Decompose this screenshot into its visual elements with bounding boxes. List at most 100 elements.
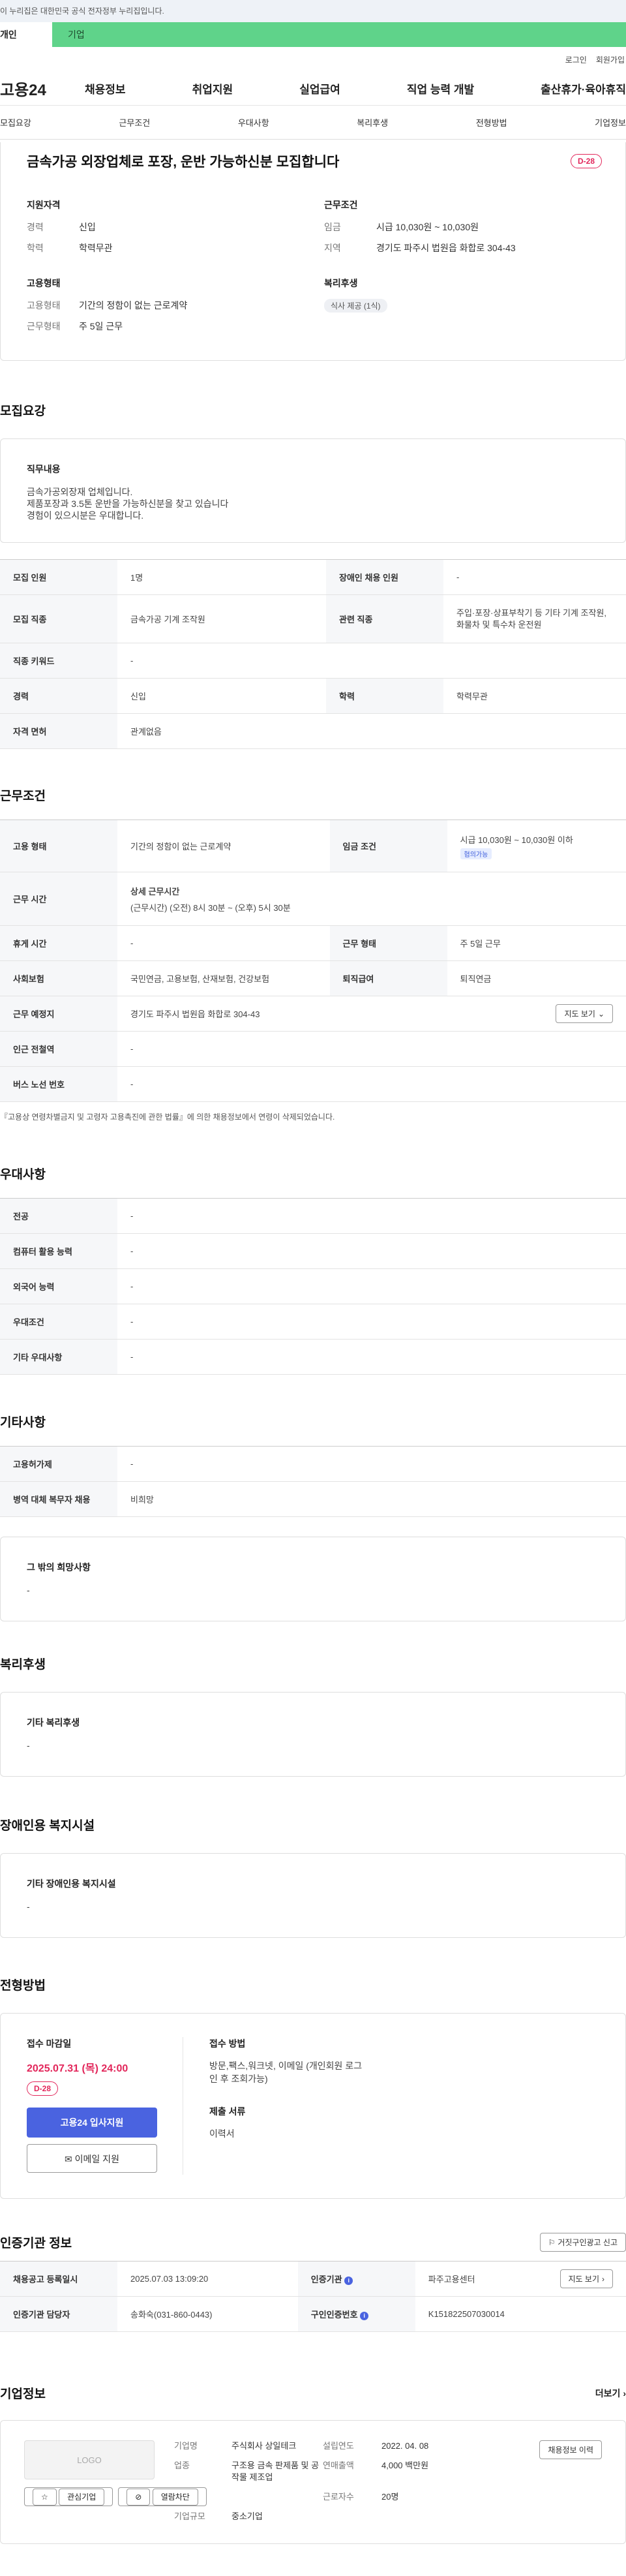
table-cell: 학력무관 bbox=[443, 678, 626, 714]
table-cell: - bbox=[117, 1304, 626, 1340]
deadline-value: 2025.07.31 (목) 24:00 bbox=[27, 2063, 128, 2074]
cert-number-label: 구인인증번호 bbox=[310, 2310, 358, 2320]
join-link[interactable]: 회원가입 bbox=[596, 54, 625, 65]
gnb-item-jobs[interactable]: 채용정보 bbox=[85, 80, 126, 97]
kv-key: 임금 bbox=[324, 222, 341, 232]
gnb-item-job-training[interactable]: 직업 능력 개발 bbox=[407, 80, 474, 97]
table-row: 병역 대체 복무자 채용 비희망 bbox=[0, 1481, 626, 1517]
company-logo: LOGO bbox=[24, 2440, 155, 2479]
table-row: 자격 면허 관계없음 bbox=[0, 713, 626, 749]
age-notice: 『고용상 연령차별금지 및 고령자 고용촉진에 관한 법률』에 의한 채용정보에… bbox=[0, 1112, 335, 1122]
table-cell: - bbox=[117, 1066, 626, 1102]
kv-value: 주 5일 근무 bbox=[79, 321, 123, 331]
job-history-button[interactable]: 채용정보 이력 bbox=[539, 2440, 602, 2459]
box-value: - bbox=[27, 1740, 30, 1751]
info-icon[interactable]: i bbox=[344, 2277, 353, 2285]
email-apply-button[interactable]: ✉ 이메일 지원 bbox=[27, 2144, 157, 2173]
kv-key: 학력 bbox=[27, 243, 44, 253]
company-employees: 20명 bbox=[381, 2492, 399, 2502]
more-label: 더보기 bbox=[595, 2387, 621, 2399]
company-info-grid: 기업명 주식회사 상일테크 설립연도 2022. 04. 08 업종 구조용 금속 판제… bbox=[174, 2440, 539, 2524]
kv-key: 고용형태 bbox=[27, 300, 61, 311]
tab-person[interactable]: 개인 bbox=[0, 22, 52, 47]
cert-table: 채용공고 등록일시 2025.07.03 13:09:20 인증기관 i 파주고용센터… bbox=[0, 2261, 626, 2332]
site-logo[interactable]: 고용24 bbox=[0, 77, 85, 100]
cert-map-label: 지도 보기 bbox=[568, 2275, 600, 2284]
table-header-cell: 버스 노선 번호 bbox=[0, 1066, 117, 1102]
table-header-cell: 근무 형태 bbox=[329, 925, 447, 961]
table-cell: 1명 bbox=[117, 559, 326, 595]
flag-icon: ⚐ bbox=[548, 2237, 556, 2247]
favorite-company-button[interactable]: ☆ 관심기업 bbox=[24, 2487, 113, 2506]
company-size: 중소기업 bbox=[231, 2511, 263, 2521]
table-cell: 금속가공 기계 조작원 bbox=[117, 594, 326, 643]
table-row: 버스 노선 번호 - bbox=[0, 1066, 626, 1102]
gnb-menu: 채용정보 취업지원 실업급여 직업 능력 개발 출산휴가·육아휴직 bbox=[85, 80, 626, 97]
anchor-pref[interactable]: 우대사항 bbox=[238, 116, 269, 129]
chevron-down-icon: ⌄ bbox=[597, 1009, 604, 1019]
section-work: 근무조건 고용 형태 기간의 정함이 없는 근로계약 임금 조건 시급 10,030원… bbox=[0, 786, 626, 1122]
table-cell: 주입·포장·상표부착기 등 기타 기계 조작원, 화물차 및 특수차 운전원 bbox=[443, 594, 626, 643]
summary-welfare-heading: 복리후생 bbox=[324, 278, 358, 288]
table-row: 사회보험 국민연금, 고용보험, 산재보험, 건강보험 퇴직급여 퇴직연금 bbox=[0, 960, 626, 996]
section-title: 기업정보 bbox=[0, 2387, 46, 2401]
table-header-cell: 전공 bbox=[0, 1198, 117, 1234]
anchor-work[interactable]: 근무조건 bbox=[119, 116, 150, 129]
duty-heading: 직무내용 bbox=[27, 464, 61, 474]
box-heading: 기타 장애인용 복지시설 bbox=[27, 1878, 116, 1889]
utility-links: 로그인 회원가입 bbox=[0, 47, 626, 72]
gnb-item-employment-support[interactable]: 취업지원 bbox=[192, 80, 233, 97]
login-link[interactable]: 로그인 bbox=[565, 54, 587, 65]
table-row: 컴퓨터 활용 능력 - bbox=[0, 1233, 626, 1269]
company-est: 2022. 04. 08 bbox=[381, 2441, 429, 2451]
summary-condition: 근무조건 임금 시급 10,030원 ~ 10,030원 지역 경기도 파주시 법원… bbox=[324, 198, 602, 262]
section-title: 우대사항 bbox=[0, 1168, 46, 1182]
table-cell: 송화숙(031-860-0443) bbox=[117, 2296, 298, 2332]
table-cell: - bbox=[117, 1233, 626, 1269]
table-cell: - bbox=[117, 925, 330, 961]
cert-map-button[interactable]: 지도 보기 › bbox=[559, 2269, 613, 2288]
map-view-button[interactable]: 지도 보기 ⌄ bbox=[556, 1004, 613, 1023]
table-row: 모집 인원 1명 장애인 채용 인원 - bbox=[0, 559, 626, 595]
table-header-cell: 휴게 시간 bbox=[0, 925, 117, 961]
table-row: 우대조건 - bbox=[0, 1304, 626, 1340]
table-header-cell: 퇴직급여 bbox=[329, 960, 447, 996]
anchor-company[interactable]: 기업정보 bbox=[595, 116, 626, 129]
table-cell: - bbox=[117, 1031, 626, 1067]
table-cell: K151822507030014 bbox=[415, 2296, 626, 2332]
section-title: 복리후생 bbox=[0, 1658, 46, 1672]
email-apply-label: 이메일 지원 bbox=[74, 2154, 119, 2164]
box-heading: 그 밖의 희망사항 bbox=[27, 1562, 91, 1572]
section-title: 인증기관 정보 bbox=[0, 2237, 72, 2250]
anchor-welfare[interactable]: 복리후생 bbox=[357, 116, 388, 129]
table-header-cell: 근무 예정지 bbox=[0, 996, 117, 1032]
info-icon[interactable]: i bbox=[360, 2312, 369, 2320]
anchor-recruit[interactable]: 모집요강 bbox=[0, 116, 31, 129]
anchor-apply[interactable]: 전형방법 bbox=[476, 116, 507, 129]
gnb-item-unemployment-benefit[interactable]: 실업급여 bbox=[299, 80, 340, 97]
cert-org-value: 파주고용센터 bbox=[428, 2275, 475, 2284]
table-row: 외국어 능력 - bbox=[0, 1268, 626, 1304]
box-value: - bbox=[27, 1585, 30, 1595]
duty-line: 금속가공외장재 업체입니다. bbox=[27, 487, 133, 497]
table-header-cell: 모집 인원 bbox=[0, 559, 117, 595]
summary-qualification: 지원자격 경력 신입 학력 학력무관 bbox=[27, 198, 305, 262]
negotiable-badge: 협의가능 bbox=[460, 848, 492, 859]
duty-line: 경험이 있으시분은 우대합니다. bbox=[27, 510, 144, 521]
table-header-cell: 모집 직종 bbox=[0, 594, 117, 643]
duty-box: 직무내용 금속가공외장재 업체입니다. 제품포장과 3.5톤 운반을 가능하신분… bbox=[0, 438, 626, 543]
summary-qual-heading: 지원자격 bbox=[27, 200, 61, 210]
report-false-ad-button[interactable]: ⚐ 거짓구인광고 신고 bbox=[539, 2233, 626, 2252]
global-nav: 고용24 채용정보 취업지원 실업급여 직업 능력 개발 출산휴가·육아휴직 bbox=[0, 72, 626, 106]
table-cell: - bbox=[117, 643, 626, 679]
table-header-cell: 기타 우대사항 bbox=[0, 1339, 117, 1375]
apply-button[interactable]: 고용24 입사지원 bbox=[27, 2108, 157, 2138]
table-cell: 2025.07.03 13:09:20 bbox=[117, 2261, 298, 2297]
gnb-item-parental-leave[interactable]: 출산휴가·육아휴직 bbox=[541, 80, 626, 97]
tab-corp[interactable]: 기업 bbox=[52, 22, 626, 47]
table-cell: 국민연금, 고용보험, 산재보험, 건강보험 bbox=[117, 960, 330, 996]
map-view-label: 지도 보기 bbox=[564, 1009, 595, 1019]
table-cell: 시급 10,030원 ~ 10,030원 이하 협의가능 bbox=[447, 820, 626, 872]
company-more-link[interactable]: 더보기 › bbox=[595, 2387, 626, 2400]
table-header-cell: 고용허가제 bbox=[0, 1446, 117, 1482]
